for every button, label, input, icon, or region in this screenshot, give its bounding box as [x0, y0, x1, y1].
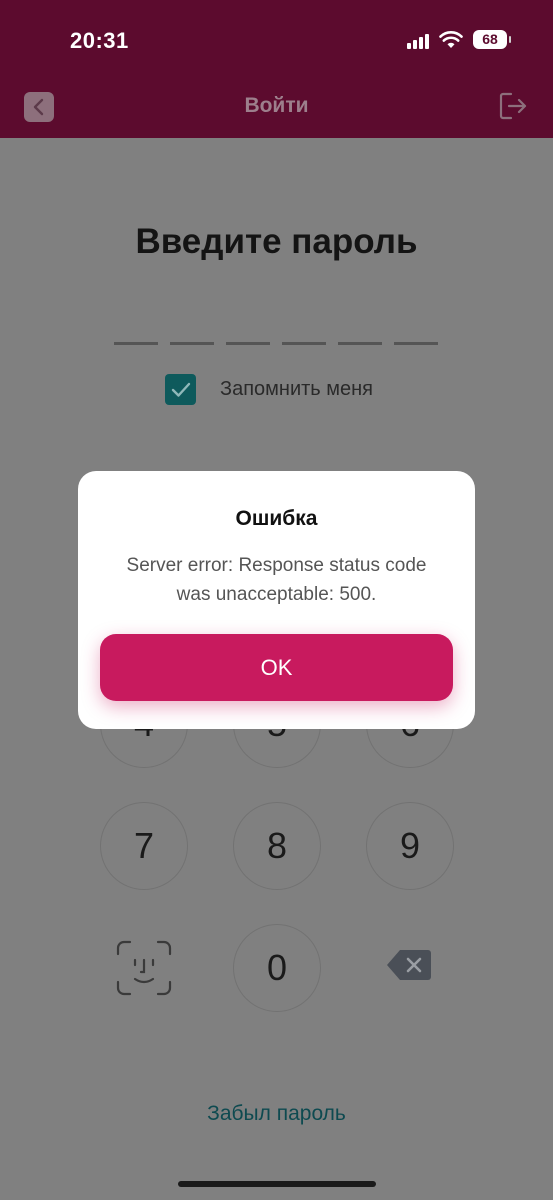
- ok-button[interactable]: OK: [100, 634, 453, 701]
- error-dialog: Ошибка Server error: Response status cod…: [78, 471, 475, 729]
- pin-slot: [394, 342, 438, 345]
- status-time: 20:31: [70, 28, 129, 53]
- key-8[interactable]: 8: [233, 802, 321, 890]
- remember-me-checkbox[interactable]: [165, 374, 196, 405]
- pin-slot: [282, 342, 326, 345]
- battery-icon: 68: [473, 30, 511, 49]
- page-title: Войти: [244, 94, 309, 117]
- dialog-title: Ошибка: [235, 507, 318, 530]
- logout-icon[interactable]: [497, 90, 529, 122]
- backspace-icon[interactable]: [386, 948, 432, 982]
- cellular-signal-icon: [407, 31, 429, 49]
- face-id-icon[interactable]: [116, 940, 172, 996]
- pin-slots: [114, 342, 438, 345]
- home-indicator: [178, 1181, 376, 1187]
- top-bar: 20:31 68 Войти: [0, 0, 553, 138]
- pin-slot: [338, 342, 382, 345]
- password-heading: Введите пароль: [135, 222, 418, 261]
- pin-slot: [114, 342, 158, 345]
- dialog-message: Server error: Response status code was u…: [98, 551, 455, 609]
- wifi-icon: [439, 30, 463, 48]
- remember-me-label: Запомнить меня: [220, 378, 374, 400]
- pin-slot: [170, 342, 214, 345]
- status-icons: 68: [407, 30, 511, 49]
- forgot-password-link[interactable]: Забыл пароль: [0, 1102, 553, 1126]
- key-7[interactable]: 7: [100, 802, 188, 890]
- remember-me-row[interactable]: Запомнить меня: [165, 374, 373, 405]
- dialog-message-line: was unacceptable: 500.: [176, 584, 377, 605]
- checkmark-icon: [171, 382, 190, 397]
- pin-slot: [226, 342, 270, 345]
- key-9[interactable]: 9: [366, 802, 454, 890]
- key-0[interactable]: 0: [233, 924, 321, 1012]
- dialog-message-line: Server error: Response status code: [126, 555, 427, 576]
